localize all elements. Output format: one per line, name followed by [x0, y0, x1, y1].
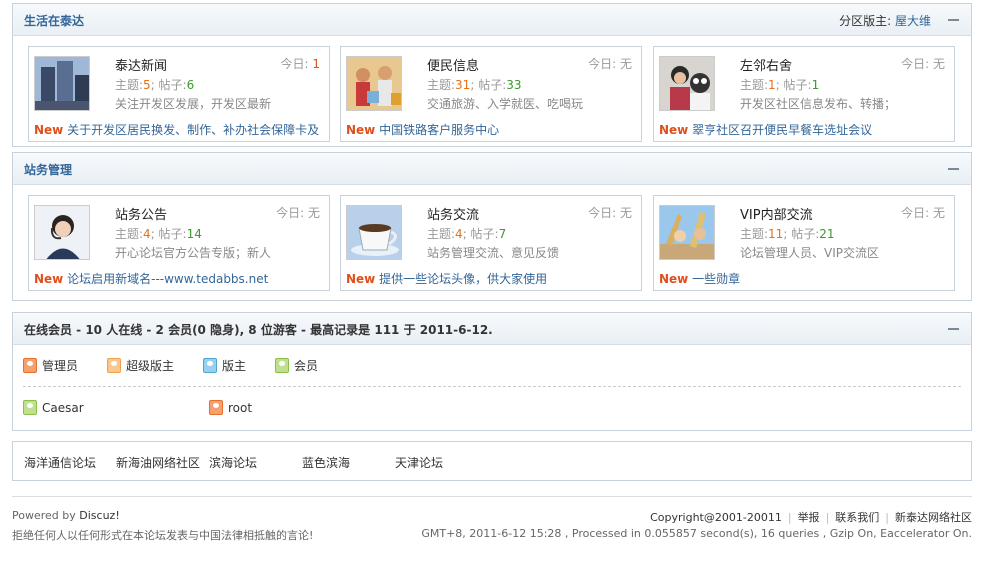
copyright: Copyright@2001-20011: [650, 511, 782, 524]
collapse-icon[interactable]: [948, 328, 959, 330]
category-title[interactable]: 站务管理: [24, 161, 72, 178]
board-stats: 主题:31; 帖子:33: [427, 78, 522, 92]
board-latest-post: New 论坛启用新域名---www.tedabbs.net: [34, 272, 269, 286]
legend-moderator: 版主: [203, 357, 246, 374]
category-section-site-admin: 站务管理 站务公告 今日: 无 主题:4; 帖子:14 开心论坛官方公告专版；新…: [12, 152, 972, 301]
footer-stats: GMT+8, 2011-6-12 15:28 , Processed in 0.…: [421, 527, 972, 540]
latest-post-link[interactable]: 一些勋章: [692, 272, 740, 286]
admin-user-icon: [209, 400, 223, 415]
board-description: 站务管理交流、意见反馈: [427, 246, 560, 260]
collapse-icon[interactable]: [948, 168, 959, 170]
latest-post-link[interactable]: 关于开发区居民换发、制作、补办社会保障卡及: [67, 123, 319, 137]
board-thumbnail[interactable]: [346, 56, 402, 111]
legend-super-moderator: 超级版主: [107, 357, 174, 374]
board-description: 关注开发区发展，开发区最新: [115, 97, 272, 111]
moderator-user-icon: [203, 358, 217, 373]
report-link[interactable]: 举报: [798, 511, 820, 524]
board-card: 便民信息 今日: 无 主题:31; 帖子:33 交通旅游、入学就医、吃喝玩 Ne…: [340, 46, 642, 142]
board-thumbnail[interactable]: [34, 56, 90, 111]
board-stats: 主题:4; 帖子:14: [115, 227, 202, 241]
contact-link[interactable]: 联系我们: [835, 511, 879, 524]
powered-by: Powered by Discuz!: [12, 509, 120, 522]
board-today: 今日: 无: [588, 57, 632, 71]
online-user[interactable]: root: [209, 400, 252, 415]
board-title[interactable]: 站务公告: [115, 204, 167, 223]
collapse-icon[interactable]: [948, 19, 959, 21]
board-title[interactable]: 左邻右舍: [740, 55, 792, 74]
board-thumbnail[interactable]: [346, 205, 402, 260]
friend-links: 海洋通信论坛 新海油网络社区 滨海论坛 蓝色滨海 天津论坛: [12, 441, 972, 481]
online-header: 在线会员 - 10 人在线 - 2 会员(0 隐身), 8 位游客 - 最高记录…: [13, 313, 971, 345]
online-title: 在线会员 - 10 人在线 - 2 会员(0 隐身), 8 位游客 - 最高记录…: [24, 323, 493, 337]
board-today: 今日: 1: [280, 57, 320, 71]
admin-user-icon: [23, 358, 37, 373]
member-user-icon: [275, 358, 289, 373]
footer-links: Copyright@2001-20011 | 举报 | 联系我们 | 新泰达网络社区: [650, 511, 972, 524]
board-card: 站务公告 今日: 无 主题:4; 帖子:14 开心论坛官方公告专版；新人 New…: [28, 195, 330, 291]
member-user-icon: [23, 400, 37, 415]
board-title[interactable]: 站务交流: [427, 204, 479, 223]
friend-link[interactable]: 蓝色滨海: [302, 454, 350, 471]
board-latest-post: New 关于开发区居民换发、制作、补办社会保障卡及: [34, 123, 320, 137]
category-header: 站务管理: [13, 153, 971, 185]
friend-link[interactable]: 新海油网络社区: [116, 454, 200, 471]
board-stats: 主题:1; 帖子:1: [740, 78, 820, 92]
footer-divider: [12, 496, 972, 497]
board-stats: 主题:5; 帖子:6: [115, 78, 195, 92]
board-description: 开发区社区信息发布、转播；: [740, 97, 897, 111]
board-today: 今日: 无: [901, 57, 945, 71]
board-thumbnail[interactable]: [659, 56, 715, 111]
board-stats: 主题:11; 帖子:21: [740, 227, 835, 241]
board-latest-post: New 中国铁路客户服务中心: [346, 123, 500, 137]
friend-link[interactable]: 海洋通信论坛: [24, 454, 96, 471]
friend-link[interactable]: 天津论坛: [395, 454, 443, 471]
board-description: 论坛管理人员、VIP交流区: [740, 246, 879, 260]
category-section-life: 生活在泰达 分区版主: 屋大维 泰达新闻 今日: 1 主题:5; 帖子:6 关注…: [12, 3, 972, 147]
board-latest-post: New 提供一些论坛头像，供大家使用: [346, 272, 548, 286]
board-latest-post: New 一些勋章: [659, 272, 741, 286]
board-title[interactable]: 泰达新闻: [115, 55, 167, 74]
category-header: 生活在泰达 分区版主: 屋大维: [13, 4, 971, 36]
board-card: 泰达新闻 今日: 1 主题:5; 帖子:6 关注开发区发展，开发区最新 New …: [28, 46, 330, 142]
latest-post-link[interactable]: 中国铁路客户服务中心: [379, 123, 499, 137]
board-card: 站务交流 今日: 无 主题:4; 帖子:7 站务管理交流、意见反馈 New 提供…: [340, 195, 642, 291]
board-thumbnail[interactable]: [659, 205, 715, 260]
latest-post-link[interactable]: 提供一些论坛头像，供大家使用: [379, 272, 547, 286]
online-user[interactable]: Caesar: [23, 400, 84, 415]
online-members-section: 在线会员 - 10 人在线 - 2 会员(0 隐身), 8 位游客 - 最高记录…: [12, 312, 972, 431]
friend-link[interactable]: 滨海论坛: [209, 454, 257, 471]
moderator-link[interactable]: 屋大维: [895, 14, 931, 28]
board-stats: 主题:4; 帖子:7: [427, 227, 507, 241]
board-card: VIP内部交流 今日: 无 主题:11; 帖子:21 论坛管理人员、VIP交流区…: [653, 195, 955, 291]
board-latest-post: New 翠亨社区召开便民早餐车选址会议: [659, 123, 873, 137]
legend-member: 会员: [275, 357, 318, 374]
super-moderator-user-icon: [107, 358, 121, 373]
divider: [23, 386, 961, 387]
board-card: 左邻右舍 今日: 无 主题:1; 帖子:1 开发区社区信息发布、转播； New …: [653, 46, 955, 142]
category-title[interactable]: 生活在泰达: [24, 12, 84, 29]
board-today: 今日: 无: [588, 206, 632, 220]
board-today: 今日: 无: [276, 206, 320, 220]
discuz-link[interactable]: Discuz!: [79, 509, 119, 522]
latest-post-link[interactable]: 翠亨社区召开便民早餐车选址会议: [692, 123, 872, 137]
category-moderators: 分区版主: 屋大维: [839, 14, 931, 28]
board-title[interactable]: VIP内部交流: [740, 204, 813, 223]
latest-post-link[interactable]: 论坛启用新域名---www.tedabbs.net: [67, 272, 268, 286]
legend-admin: 管理员: [23, 357, 78, 374]
board-today: 今日: 无: [901, 206, 945, 220]
footer-disclaimer: 拒绝任何人以任何形式在本论坛发表与中国法律相抵触的言论!: [12, 529, 314, 542]
board-title[interactable]: 便民信息: [427, 55, 479, 74]
site-home-link[interactable]: 新泰达网络社区: [895, 511, 972, 524]
board-description: 开心论坛官方公告专版；新人: [115, 246, 272, 260]
board-description: 交通旅游、入学就医、吃喝玩: [427, 97, 584, 111]
board-thumbnail[interactable]: [34, 205, 90, 260]
